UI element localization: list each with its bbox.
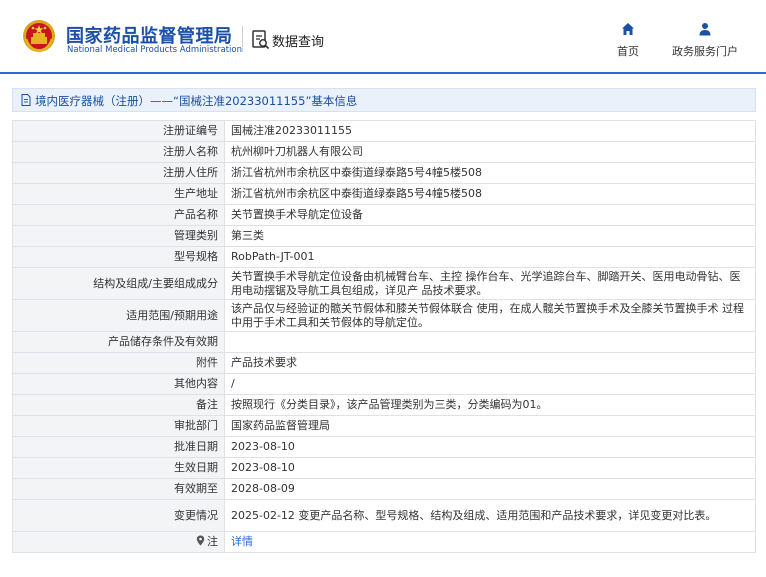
header-accent-line bbox=[0, 72, 766, 74]
table-row: 生效日期 2023-08-10 bbox=[12, 457, 756, 479]
row-value: 2023-08-10 bbox=[224, 436, 756, 458]
row-label: 注册人住所 bbox=[12, 162, 225, 184]
row-label: 有效期至 bbox=[12, 478, 225, 500]
row-value: 杭州柳叶刀机器人有限公司 bbox=[224, 141, 756, 163]
row-value: 2025-02-12 变更产品名称、型号规格、结构及组成、适用范围和产品技术要求… bbox=[224, 499, 756, 532]
row-label: 产品储存条件及有效期 bbox=[12, 331, 225, 353]
data-query-icon bbox=[252, 30, 270, 50]
table-row: 注册证编号 国械注准20233011155 bbox=[12, 120, 756, 142]
user-icon bbox=[699, 23, 711, 36]
row-label: 注册证编号 bbox=[12, 120, 225, 142]
table-row: 适用范围/预期用途 该产品仅与经验证的髋关节假体和膝关节假体联合 使用，在成人髋关… bbox=[12, 299, 756, 332]
table-row: 注 详情 bbox=[12, 531, 756, 553]
note-label: 注 bbox=[207, 535, 218, 548]
table-row: 产品储存条件及有效期 bbox=[12, 331, 756, 353]
row-label: 注册人名称 bbox=[12, 141, 225, 163]
row-label: 管理类别 bbox=[12, 225, 225, 247]
org-name-en: National Medical Products Administration bbox=[67, 45, 242, 55]
home-icon bbox=[622, 23, 634, 35]
row-label: 型号规格 bbox=[12, 246, 225, 268]
table-row: 有效期至 2028-08-09 bbox=[12, 478, 756, 500]
site-header: 国家药品监督管理局 National Medical Products Admi… bbox=[0, 0, 766, 72]
table-row: 注册人名称 杭州柳叶刀机器人有限公司 bbox=[12, 141, 756, 163]
row-value: 按照现行《分类目录》，该产品管理类别为三类，分类编码为01。 bbox=[224, 394, 756, 416]
row-value bbox=[224, 331, 756, 353]
row-value: 国械注准20233011155 bbox=[224, 120, 756, 142]
nav-portal-link[interactable]: 政务服务门户 bbox=[660, 22, 750, 62]
table-row: 注册人住所 浙江省杭州市余杭区中泰街道绿泰路5号4幢5楼508 bbox=[12, 162, 756, 184]
table-row: 批准日期 2023-08-10 bbox=[12, 436, 756, 458]
row-label: 附件 bbox=[12, 352, 225, 374]
details-link[interactable]: 详情 bbox=[231, 535, 253, 548]
table-row: 变更情况 2025-02-12 变更产品名称、型号规格、结构及组成、适用范围和产品… bbox=[12, 499, 756, 532]
table-row: 结构及组成/主要组成成分 关节置换手术导航定位设备由机械臂台车、主控 操作台车、光… bbox=[12, 267, 756, 300]
row-label: 生效日期 bbox=[12, 457, 225, 479]
row-value: 国家药品监督管理局 bbox=[224, 415, 756, 437]
note-label-cell: 注 bbox=[12, 531, 225, 553]
table-row: 审批部门 国家药品监督管理局 bbox=[12, 415, 756, 437]
row-value: 浙江省杭州市余杭区中泰街道绿泰路5号4幢5楼508 bbox=[224, 183, 756, 205]
row-label: 产品名称 bbox=[12, 204, 225, 226]
nav-home-link[interactable]: 首页 bbox=[606, 22, 650, 62]
registration-info-table: 注册证编号 国械注准20233011155 注册人名称 杭州柳叶刀机器人有限公司 注… bbox=[12, 120, 756, 553]
row-value: 第三类 bbox=[224, 225, 756, 247]
nav-home-label: 首页 bbox=[617, 45, 639, 58]
location-pin-icon bbox=[196, 535, 205, 546]
row-label: 适用范围/预期用途 bbox=[12, 299, 225, 332]
header-divider bbox=[242, 26, 243, 52]
table-row: 产品名称 关节置换手术导航定位设备 bbox=[12, 204, 756, 226]
row-label: 备注 bbox=[12, 394, 225, 416]
note-value-cell: 详情 bbox=[224, 531, 756, 553]
table-row: 其他内容 / bbox=[12, 373, 756, 395]
breadcrumb: 境内医疗器械（注册）——“国械注准20233011155”基本信息 bbox=[12, 88, 756, 112]
table-row: 生产地址 浙江省杭州市余杭区中泰街道绿泰路5号4幢5楼508 bbox=[12, 183, 756, 205]
row-value: RobPath-JT-001 bbox=[224, 246, 756, 268]
national-emblem-icon bbox=[23, 20, 55, 53]
row-value: / bbox=[224, 373, 756, 395]
row-value: 该产品仅与经验证的髋关节假体和膝关节假体联合 使用，在成人髋关节置换手术及全膝关… bbox=[224, 299, 756, 332]
row-value: 2023-08-10 bbox=[224, 457, 756, 479]
document-icon bbox=[21, 94, 31, 106]
row-label: 审批部门 bbox=[12, 415, 225, 437]
breadcrumb-text: 境内医疗器械（注册）——“国械注准20233011155”基本信息 bbox=[35, 94, 358, 108]
nav-portal-label: 政务服务门户 bbox=[672, 45, 738, 58]
row-label: 其他内容 bbox=[12, 373, 225, 395]
row-value: 关节置换手术导航定位设备 bbox=[224, 204, 756, 226]
row-value: 2028-08-09 bbox=[224, 478, 756, 500]
row-label: 结构及组成/主要组成成分 bbox=[12, 267, 225, 300]
table-row: 备注 按照现行《分类目录》，该产品管理类别为三类，分类编码为01。 bbox=[12, 394, 756, 416]
table-row: 管理类别 第三类 bbox=[12, 225, 756, 247]
data-query-title: 数据查询 bbox=[272, 35, 325, 50]
row-value: 关节置换手术导航定位设备由机械臂台车、主控 操作台车、光学追踪台车、脚踏开关、医… bbox=[224, 267, 756, 300]
row-label: 生产地址 bbox=[12, 183, 225, 205]
table-row: 型号规格 RobPath-JT-001 bbox=[12, 246, 756, 268]
row-label: 批准日期 bbox=[12, 436, 225, 458]
row-label: 变更情况 bbox=[12, 499, 225, 532]
table-row: 附件 产品技术要求 bbox=[12, 352, 756, 374]
row-value: 产品技术要求 bbox=[224, 352, 756, 374]
row-value: 浙江省杭州市余杭区中泰街道绿泰路5号4幢5楼508 bbox=[224, 162, 756, 184]
